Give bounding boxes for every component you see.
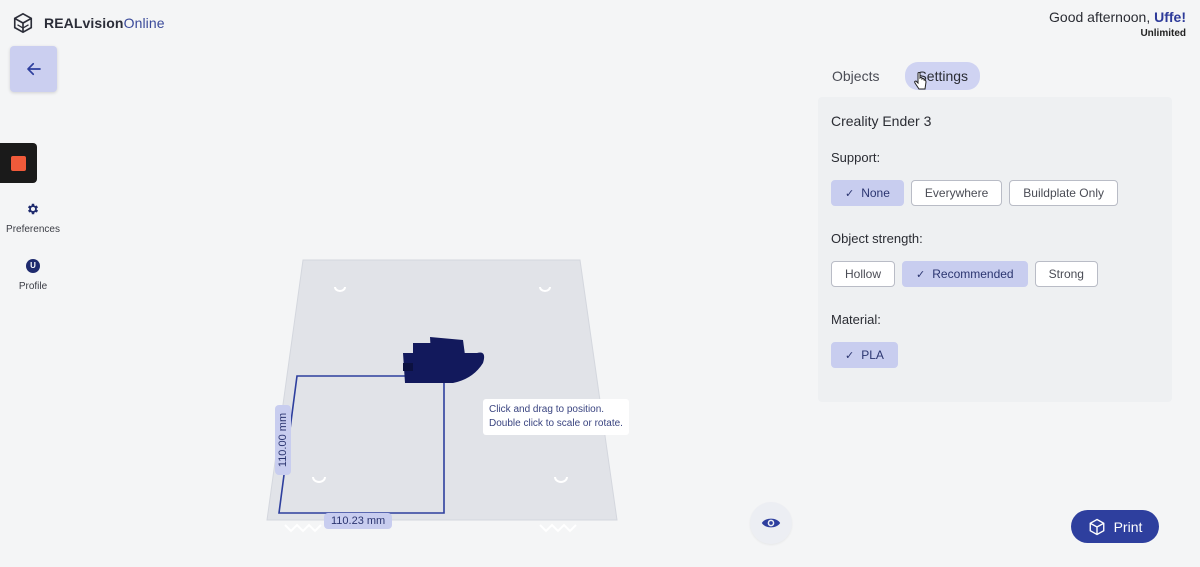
width-dimension-label: 110.23 mm <box>324 513 393 529</box>
settings-panel: Creality Ender 3 Support: ✓ None Everywhe… <box>818 97 1172 402</box>
user-name[interactable]: Uffe! <box>1154 9 1186 25</box>
tab-objects[interactable]: Objects <box>820 62 891 90</box>
check-icon: ✓ <box>916 268 926 281</box>
cube-layers-icon <box>13 12 33 34</box>
check-icon: ✓ <box>845 187 855 200</box>
record-stop-button[interactable] <box>0 143 37 183</box>
support-option-buildplate-only[interactable]: Buildplate Only <box>1009 180 1118 206</box>
plate-edge <box>284 523 322 533</box>
strength-option-strong[interactable]: Strong <box>1034 261 1098 287</box>
panel-tabs: Objects Settings <box>820 62 981 90</box>
back-button[interactable] <box>10 46 57 92</box>
support-label: Support: <box>831 150 881 165</box>
strength-label: Object strength: <box>831 231 923 246</box>
greeting-text: Good afternoon, <box>1049 9 1155 25</box>
plate-edge <box>539 523 577 533</box>
arrow-left-icon <box>26 62 41 76</box>
material-option-pla[interactable]: ✓ PLA <box>831 342 898 368</box>
sidebar-item-label: Profile <box>18 281 48 292</box>
viewport-hint: Click and drag to position. Double click… <box>483 399 629 435</box>
cube-layers-icon <box>1089 518 1105 535</box>
print-button[interactable]: Print <box>1071 510 1159 543</box>
support-options: ✓ None Everywhere Buildplate Only <box>831 180 1118 206</box>
check-icon: ✓ <box>845 349 855 362</box>
gear-icon <box>27 203 39 215</box>
brand-name: REALvisionOnline <box>44 15 165 31</box>
mouse-cursor-icon <box>914 72 927 90</box>
height-dimension-label: 110.00 mm <box>275 405 291 475</box>
user-greeting: Good afternoon, Uffe! Unlimited <box>1049 9 1186 39</box>
strength-option-recommended[interactable]: ✓ Recommended <box>902 261 1028 287</box>
build-plate-viewport[interactable] <box>255 245 635 545</box>
printer-name[interactable]: Creality Ender 3 <box>831 113 931 129</box>
stop-icon <box>11 155 26 171</box>
support-option-everywhere[interactable]: Everywhere <box>910 180 1003 206</box>
sidebar-item-label: Preferences <box>6 224 60 235</box>
support-option-none[interactable]: ✓ None <box>831 180 904 206</box>
material-label: Material: <box>831 312 881 327</box>
print-label: Print <box>1113 518 1143 535</box>
view-toggle-button[interactable] <box>750 502 792 544</box>
avatar: U <box>26 259 40 273</box>
strength-options: Hollow ✓ Recommended Strong <box>831 261 1098 287</box>
sidebar-item-profile[interactable]: U Profile <box>0 259 66 292</box>
app-logo[interactable]: REALvisionOnline <box>12 12 165 34</box>
material-options: ✓ PLA <box>831 342 898 368</box>
plan-badge: Unlimited <box>1140 28 1186 39</box>
strength-option-hollow[interactable]: Hollow <box>831 261 896 287</box>
sidebar-item-preferences[interactable]: Preferences <box>0 202 66 235</box>
eye-icon <box>761 518 781 528</box>
